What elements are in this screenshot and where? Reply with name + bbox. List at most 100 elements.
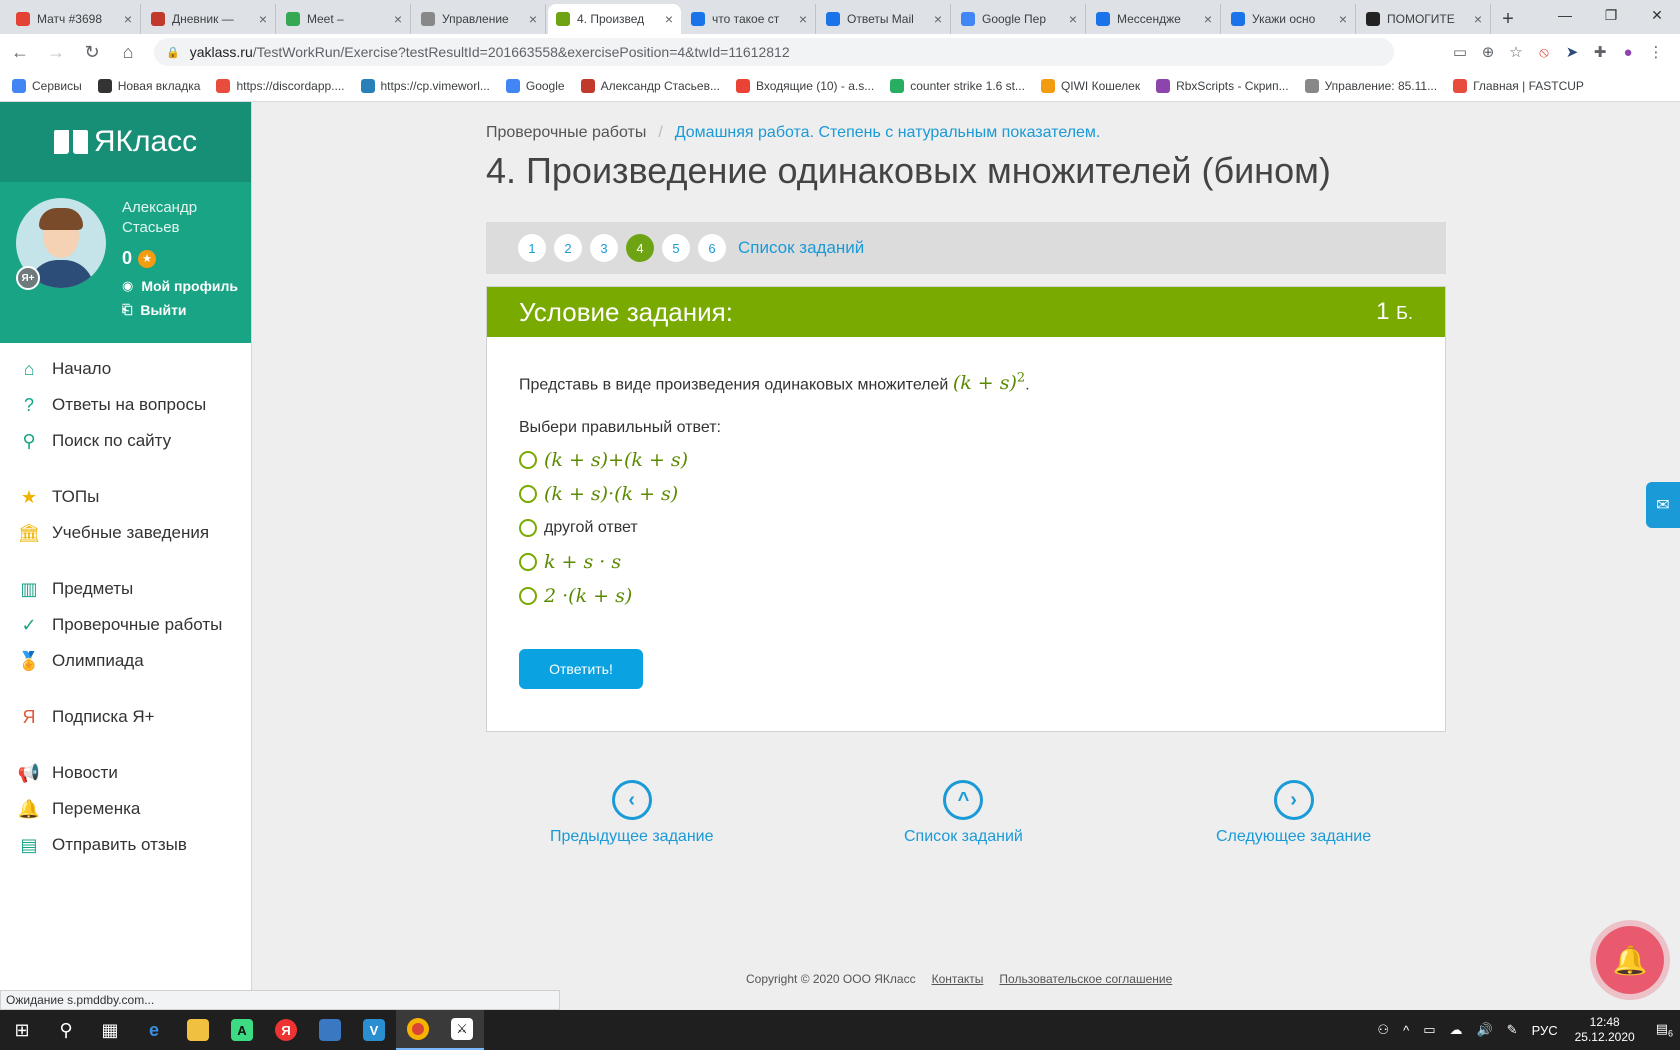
pager-item[interactable]: 4 [626,234,654,262]
answer-option[interactable]: другой ответ [519,511,1413,545]
answer-option[interactable]: k + s · s [519,545,1413,579]
radio-button[interactable] [519,451,537,470]
browser-tab[interactable]: что такое ст × [683,4,816,34]
close-tab-icon[interactable]: × [799,11,807,27]
volume-icon[interactable]: 🔊 [1476,1022,1492,1038]
bookmark-star-icon[interactable]: ☆ [1502,38,1530,66]
close-tab-icon[interactable]: × [1339,11,1347,27]
bookmark-item[interactable]: Входящие (10) - a.s... [735,78,874,93]
adblock-icon[interactable]: ⦸ [1530,38,1558,66]
pager-item[interactable]: 3 [590,234,618,262]
sidebar-item[interactable]: ★ ТОПы [0,479,251,515]
browser-tab[interactable]: Матч #3698 × [8,4,141,34]
bookmark-item[interactable]: Управление: 85.11... [1304,78,1437,93]
task-view-icon[interactable]: ▦ [88,1010,132,1050]
new-tab-button[interactable]: + [1493,4,1523,34]
browser-tab[interactable]: Дневник — × [143,4,276,34]
sidebar-item[interactable]: ▥ Предметы [0,571,251,607]
browser-tab[interactable]: ПОМОГИТЕ × [1358,4,1491,34]
sidebar-item[interactable]: ✓ Проверочные работы [0,607,251,643]
radio-button[interactable] [519,553,537,572]
bookmark-item[interactable]: https://discordapp.... [216,78,345,93]
bookmark-item[interactable]: Google [505,78,565,93]
sidebar-item[interactable]: ⌂ Начало [0,351,251,387]
bookmark-item[interactable]: counter strike 1.6 st... [890,78,1025,93]
sidebar-item[interactable]: ? Ответы на вопросы [0,387,251,423]
bookmark-item[interactable]: https://cp.vimeworl... [360,78,490,93]
user-name[interactable]: Александр Стасьев [122,198,242,238]
yandex-browser-icon[interactable]: Я [264,1010,308,1050]
browser-tab[interactable]: Укажи осно × [1223,4,1356,34]
pen-icon[interactable]: ✎ [1507,1022,1518,1038]
sidebar-item[interactable]: 🏅 Олимпиада [0,643,251,679]
prev-task-link[interactable]: ‹ Предыдущее задание [550,780,713,846]
bookmark-item[interactable]: Главная | FASTCUP [1453,78,1584,93]
windows-start-icon[interactable]: ⊞ [0,1010,44,1050]
url-bar[interactable]: 🔒 yaklass.ru /TestWorkRun/Exercise?testR… [154,38,1394,66]
breadcrumb-root[interactable]: Проверочные работы [486,124,646,142]
task-list-link[interactable]: ^ Список заданий [904,780,1023,846]
close-tab-icon[interactable]: × [394,11,402,27]
close-tab-icon[interactable]: × [934,11,942,27]
sidebar-item[interactable]: Я Подписка Я+ [0,699,251,735]
restore-icon[interactable]: ❐ [1588,0,1634,30]
forward-icon[interactable]: → [40,36,72,68]
sidebar-item[interactable]: ▤ Отправить отзыв [0,827,251,863]
browser-tab[interactable]: Управление × [413,4,546,34]
radio-button[interactable] [519,587,537,606]
close-tab-icon[interactable]: × [124,11,132,27]
close-tab-icon[interactable]: × [1069,11,1077,27]
close-tab-icon[interactable]: × [1204,11,1212,27]
cursor-extension-icon[interactable]: ➤ [1558,38,1586,66]
bookmark-item[interactable]: Сервисы [12,78,82,93]
logo[interactable]: ЯКласс [0,102,251,182]
back-icon[interactable]: ← [4,36,36,68]
browser-tab[interactable]: Google Пер × [953,4,1086,34]
counter-strike-icon[interactable]: ⚔ [440,1010,484,1050]
sidebar-item[interactable]: 🏛 Учебные заведения [0,515,251,551]
radio-button[interactable] [519,519,537,538]
android-app-icon[interactable]: A [220,1010,264,1050]
reload-icon[interactable]: ↻ [76,36,108,68]
close-window-icon[interactable]: ✕ [1634,0,1680,30]
profile-avatar-icon[interactable]: ● [1614,38,1642,66]
tray-chevron-icon[interactable]: ^ [1403,1023,1409,1038]
notification-bell-icon[interactable]: 🔔 [1596,926,1664,994]
close-tab-icon[interactable]: × [259,11,267,27]
cloud-icon[interactable]: ☁ [1449,1022,1462,1038]
pager-item[interactable]: 1 [518,234,546,262]
browser-tab[interactable]: Ответы Mail × [818,4,951,34]
sidebar-item[interactable]: 📢 Новости [0,755,251,791]
language-indicator[interactable]: РУС [1532,1023,1558,1038]
radio-button[interactable] [519,485,537,504]
minimize-icon[interactable]: — [1542,0,1588,30]
puzzle-icon[interactable]: ✚ [1586,38,1614,66]
logout-link[interactable]: ⎗ Выйти [122,302,187,318]
add-icon[interactable]: ⊕ [1474,38,1502,66]
app-folder-icon[interactable] [308,1010,352,1050]
profile-link[interactable]: ◉ Мой профиль [122,278,238,294]
answer-button[interactable]: Ответить! [519,649,643,690]
pager-task-list-link[interactable]: Список заданий [738,238,864,258]
browser-tab[interactable]: Meet – × [278,4,411,34]
mail-feedback-icon[interactable]: ✉ [1646,482,1680,528]
close-tab-icon[interactable]: × [529,11,537,27]
answer-option[interactable]: (k + s)+(k + s) [519,443,1413,477]
edge-icon[interactable]: e [132,1010,176,1050]
pager-item[interactable]: 2 [554,234,582,262]
bookmark-item[interactable]: Александр Стасьев... [580,78,720,93]
menu-dots-icon[interactable]: ⋮ [1642,38,1670,66]
vimeworld-icon[interactable]: V [352,1010,396,1050]
network-icon[interactable]: ▭ [1423,1022,1435,1038]
file-explorer-icon[interactable] [176,1010,220,1050]
bookmark-item[interactable]: QIWI Кошелек [1040,78,1140,93]
browser-tab[interactable]: 4. Произвед × [548,4,681,34]
cast-icon[interactable]: ▭ [1446,38,1474,66]
clock[interactable]: 12:48 25.12.2020 [1575,1015,1635,1045]
footer-contacts-link[interactable]: Контакты [932,972,984,986]
search-taskbar-icon[interactable]: ⚲ [44,1010,88,1050]
footer-terms-link[interactable]: Пользовательское соглашение [999,972,1172,986]
bookmark-item[interactable]: RbxScripts - Скрип... [1156,78,1289,93]
close-tab-icon[interactable]: × [1474,11,1482,27]
close-tab-icon[interactable]: × [665,11,673,27]
